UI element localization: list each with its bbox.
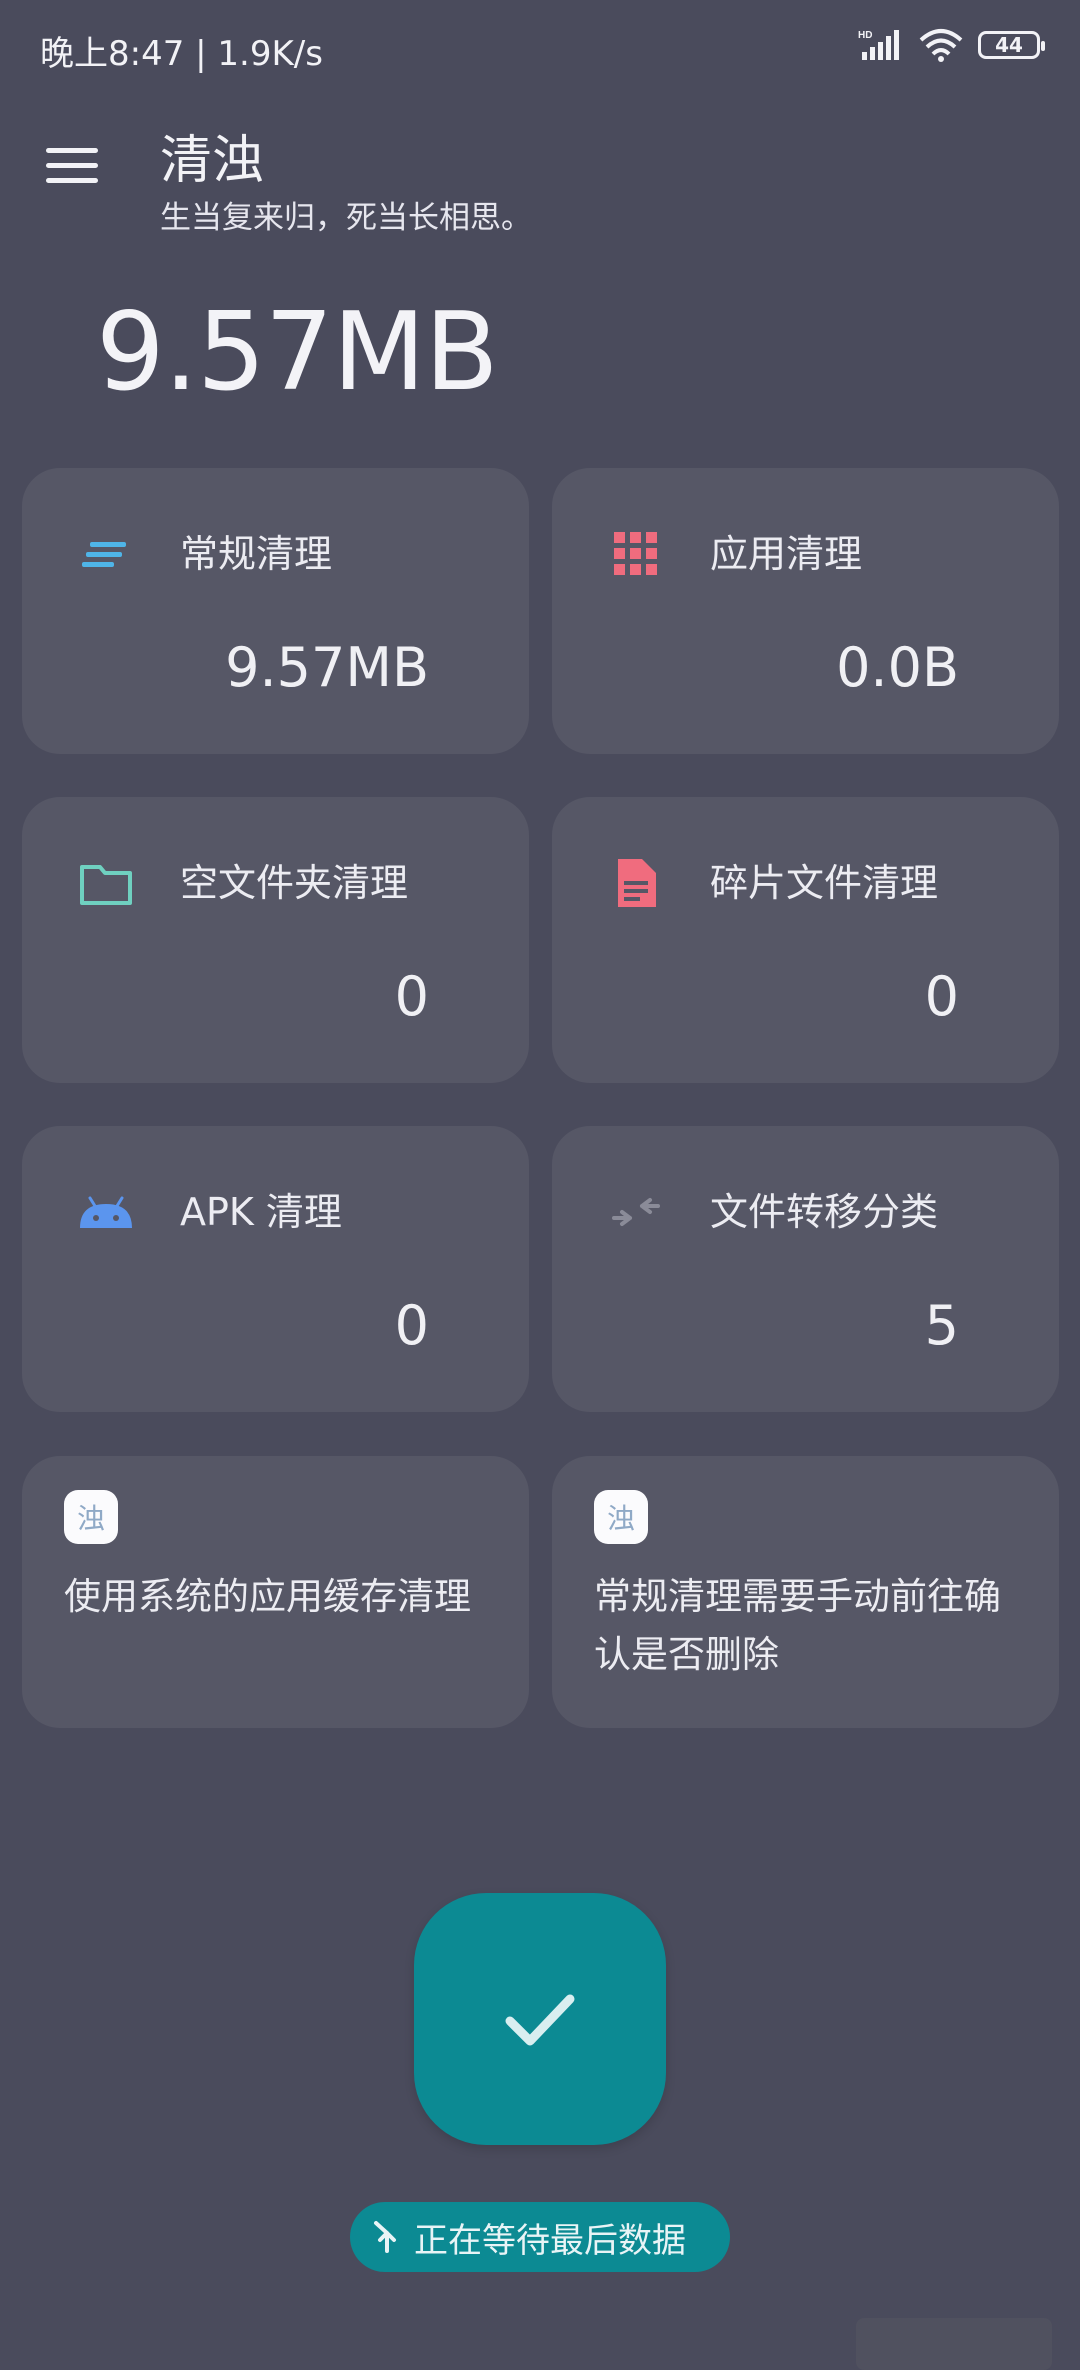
card-label: 空文件夹清理 <box>180 861 409 905</box>
tip-text: 常规清理需要手动前往确认是否删除 <box>594 1575 1001 1676</box>
card-label: 文件转移分类 <box>710 1190 939 1234</box>
card-fragment-file-clean[interactable]: 碎片文件清理 0 <box>552 797 1059 1083</box>
menu-icon[interactable] <box>46 148 98 188</box>
card-apk-clean[interactable]: APK 清理 0 <box>22 1126 529 1412</box>
card-label: 应用清理 <box>710 532 863 576</box>
card-value: 0 <box>394 965 429 1028</box>
folder-icon <box>80 865 132 905</box>
card-value: 0 <box>394 1294 429 1357</box>
card-empty-folder-clean[interactable]: 空文件夹清理 0 <box>22 797 529 1083</box>
card-label: APK 清理 <box>180 1190 342 1234</box>
grid-icon <box>614 532 657 575</box>
android-icon <box>80 1196 132 1228</box>
status-icons: HD 44 <box>858 28 1045 62</box>
battery-icon: 44 <box>978 31 1045 59</box>
card-label: 碎片文件清理 <box>710 861 939 905</box>
card-app-clean[interactable]: 应用清理 0.0B <box>552 468 1059 754</box>
tip-text: 使用系统的应用缓存清理 <box>64 1575 471 1618</box>
nav-gesture-area <box>856 2318 1052 2370</box>
cell-signal-icon: HD <box>858 30 899 60</box>
app-subtitle: 生当复来归，死当长相思。 <box>160 200 532 236</box>
tip-card-manual-confirm[interactable]: 浊 常规清理需要手动前往确认是否删除 <box>552 1456 1059 1728</box>
card-file-transfer-classify[interactable]: 文件转移分类 5 <box>552 1126 1059 1412</box>
card-regular-clean[interactable]: 常规清理 9.57MB <box>22 468 529 754</box>
app-logo-icon: 浊 <box>594 1490 648 1544</box>
card-label: 常规清理 <box>180 532 333 576</box>
app-title: 清浊 <box>160 131 265 191</box>
total-size: 9.57MB <box>96 290 499 415</box>
merge-arrow-icon <box>374 2221 396 2253</box>
status-chip-text: 正在等待最后数据 <box>414 2220 686 2261</box>
wifi-icon <box>919 29 963 62</box>
card-value: 9.57MB <box>225 636 429 699</box>
confirm-clean-button[interactable] <box>414 1893 666 2145</box>
card-value: 0.0B <box>836 636 959 699</box>
transfer-arrows-icon <box>612 1198 660 1226</box>
tip-card-system-cache[interactable]: 浊 使用系统的应用缓存清理 <box>22 1456 529 1728</box>
status-time: 晚上8:47 | 1.9K/s <box>40 34 323 74</box>
card-value: 5 <box>924 1294 959 1357</box>
app-logo-icon: 浊 <box>64 1490 118 1544</box>
status-bar: 晚上8:47 | 1.9K/s HD 44 <box>0 0 1080 96</box>
check-icon <box>505 1994 575 2046</box>
lines-icon <box>82 542 126 567</box>
status-chip[interactable]: 正在等待最后数据 <box>350 2202 730 2272</box>
document-icon <box>618 859 656 907</box>
card-value: 0 <box>924 965 959 1028</box>
svg-text:HD: HD <box>858 30 872 41</box>
